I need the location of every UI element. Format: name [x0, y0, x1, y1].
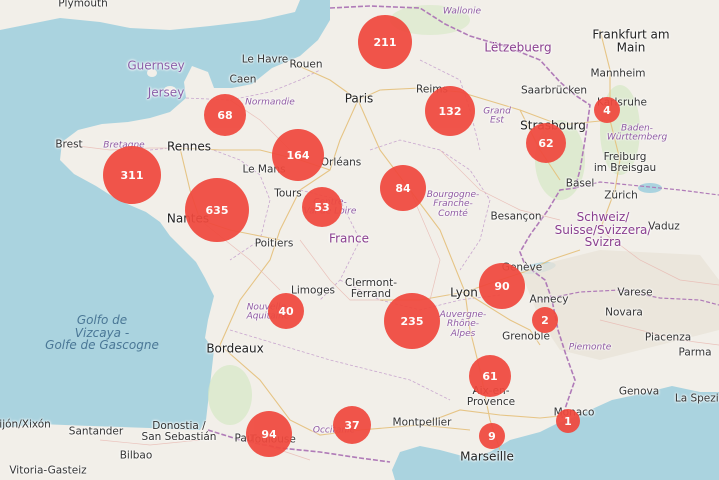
cluster-marker[interactable]: 61: [469, 355, 511, 397]
place-label-60: Bilbao: [119, 449, 153, 462]
place-label-36: Limoges: [290, 284, 336, 297]
place-label-21: Brest: [55, 138, 83, 151]
forest-3: [208, 365, 252, 425]
place-label-2: Jersey: [147, 85, 185, 100]
place-label-10: Frankfurt am Main: [592, 27, 670, 54]
place-label-49: Genova: [618, 385, 660, 398]
cluster-marker[interactable]: 311: [103, 146, 161, 204]
cluster-marker[interactable]: 37: [333, 406, 371, 444]
place-label-46: Parma: [678, 346, 712, 359]
place-label-24: Normandie: [245, 97, 295, 108]
place-label-31: Bourgogne- Franche- Comté: [426, 189, 480, 219]
cluster-marker[interactable]: 235: [384, 293, 440, 349]
place-label-35: Poitiers: [254, 237, 294, 250]
place-label-26: Orléans: [320, 156, 362, 169]
place-label-19: Schweiz/Suisse/Svizzera/Svizra: [554, 210, 652, 250]
cluster-marker[interactable]: 2: [532, 307, 558, 333]
place-label-58: Donostia / San Sebastián: [141, 419, 217, 443]
place-label-9: Lëtzebuerg: [484, 40, 552, 55]
cluster-marker[interactable]: 53: [302, 187, 342, 227]
place-label-33: Grand Est: [483, 106, 511, 126]
cluster-marker[interactable]: 211: [358, 15, 412, 69]
place-label-30: France: [329, 231, 369, 246]
place-label-1: Guernsey: [127, 58, 185, 73]
cluster-marker[interactable]: 90: [479, 263, 525, 309]
place-label-12: Saarbrücken: [520, 84, 588, 97]
place-label-3: Le Havre: [241, 53, 289, 66]
place-label-47: Piemonte: [568, 342, 612, 353]
cluster-marker[interactable]: 164: [272, 129, 324, 181]
cluster-marker[interactable]: 94: [246, 411, 292, 457]
place-label-62: Santander: [68, 425, 124, 438]
place-label-6: Paris: [344, 91, 374, 106]
place-label-15: Baden- Württemberg: [606, 123, 668, 143]
place-label-32: Besançon: [490, 210, 542, 223]
place-label-43: Varese: [617, 286, 653, 299]
place-label-16: Freiburg im Breisgau: [593, 150, 657, 174]
cluster-marker[interactable]: 9: [479, 423, 505, 449]
place-label-4: Caen: [229, 73, 257, 86]
place-label-18: Zürich: [604, 189, 638, 202]
place-label-53: Marseille: [460, 449, 514, 464]
place-label-54: Montpellier: [392, 416, 452, 429]
place-label-8: Wallonie: [442, 6, 482, 17]
land-britain: [0, 0, 300, 30]
place-label-17: Basel: [565, 177, 595, 190]
place-label-41: Auvergne- Rhône- Alpes: [439, 309, 487, 339]
cluster-marker[interactable]: 4: [594, 97, 620, 123]
cluster-marker[interactable]: 40: [268, 293, 304, 329]
place-label-42: Grenoble: [502, 330, 550, 343]
place-label-45: Piacenza: [644, 331, 692, 344]
cluster-marker[interactable]: 635: [185, 178, 249, 242]
cluster-marker[interactable]: 84: [380, 165, 426, 211]
cluster-marker[interactable]: 132: [425, 86, 475, 136]
place-label-48: Bordeaux: [206, 341, 264, 356]
place-label-38: Lyon: [450, 285, 478, 300]
cluster-marker[interactable]: 68: [204, 94, 246, 136]
map-view[interactable]: Plymouth Guernsey Jersey Le Havre Caen Rouen P…: [0, 0, 719, 480]
place-label-5: Rouen: [289, 58, 323, 71]
cluster-marker[interactable]: 62: [526, 123, 566, 163]
cluster-marker[interactable]: 1: [556, 409, 580, 433]
place-label-39: Annecy: [529, 293, 569, 306]
place-label-44: Novara: [605, 306, 643, 319]
place-label-27: Tours: [274, 187, 302, 200]
place-label-50: La Spezia: [674, 392, 719, 405]
place-label-37: Clermont- Ferrand: [344, 276, 398, 300]
place-label-11: Mannheim: [590, 67, 646, 80]
sea-label-0: Golfo de Vizcaya - Golfe de Gascogne: [45, 313, 159, 353]
place-label-0: Plymouth: [58, 0, 108, 10]
place-label-22: Rennes: [166, 139, 212, 154]
place-label-20: Vaduz: [648, 220, 680, 233]
place-label-59: Vitoria-Gasteiz: [9, 464, 87, 477]
place-label-61: Gijón/Xixón: [0, 418, 51, 431]
